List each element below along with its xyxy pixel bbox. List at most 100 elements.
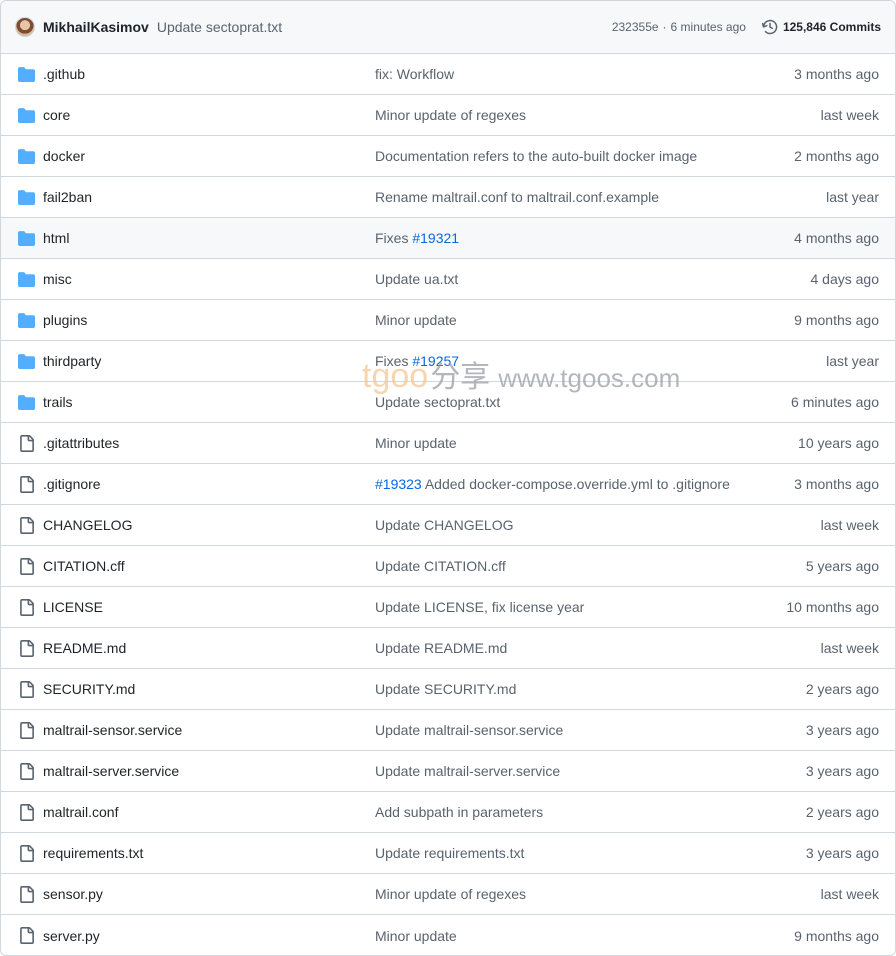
commit-message-text: Minor update — [375, 312, 457, 328]
file-name[interactable]: core — [43, 107, 70, 123]
commit-meta: 232355e · 6 minutes ago — [612, 20, 746, 34]
file-row[interactable]: server.py Minor update 9 months ago — [1, 915, 895, 955]
folder-icon — [18, 67, 35, 82]
commit-message-text: Update ua.txt — [375, 271, 459, 287]
file-name[interactable]: CHANGELOG — [43, 517, 132, 533]
commit-message-text: Minor update of regexes — [375, 886, 526, 902]
file-row[interactable]: core Minor update of regexes last week — [1, 95, 895, 136]
file-name[interactable]: .gitignore — [43, 476, 101, 492]
commit-message-text: Update LICENSE, fix license year — [375, 599, 585, 615]
commit-message-cell[interactable]: fix: Workflow — [375, 66, 454, 82]
commit-message-cell[interactable]: Minor update of regexes — [375, 107, 526, 123]
commit-message-cell[interactable]: Minor update — [375, 312, 457, 328]
file-row[interactable]: SECURITY.md Update SECURITY.md 2 years ago — [1, 669, 895, 710]
commit-message-text: Rename maltrail.conf to maltrail.conf.ex… — [375, 189, 660, 205]
file-name[interactable]: CITATION.cff — [43, 558, 125, 574]
commit-message-cell[interactable]: Rename maltrail.conf to maltrail.conf.ex… — [375, 189, 659, 205]
file-row[interactable]: trails Update sectoprat.txt 6 minutes ago — [1, 382, 895, 423]
file-row[interactable]: CHANGELOG Update CHANGELOG last week — [1, 505, 895, 546]
avatar[interactable] — [15, 17, 35, 37]
commit-message-cell[interactable]: Update SECURITY.md — [375, 681, 516, 697]
file-name[interactable]: maltrail-sensor.service — [43, 722, 182, 738]
commit-time-cell: 2 years ago — [805, 681, 879, 697]
issue-link[interactable]: #19323 — [375, 476, 422, 492]
commit-time-cell: last year — [826, 189, 879, 205]
commit-time-cell: 2 years ago — [805, 804, 879, 820]
commit-message-cell[interactable]: Update LICENSE, fix license year — [375, 599, 584, 615]
commit-message-text: Update maltrail-server.service — [375, 763, 561, 779]
file-row[interactable]: LICENSE Update LICENSE, fix license year 1… — [1, 587, 895, 628]
file-row[interactable]: .gitattributes Minor update 10 years ago — [1, 423, 895, 464]
file-name[interactable]: server.py — [43, 928, 100, 944]
file-row[interactable]: maltrail-sensor.service Update maltrail-s… — [1, 710, 895, 751]
file-row[interactable]: maltrail.conf Add subpath in parameters 2 … — [1, 792, 895, 833]
commit-message-cell[interactable]: Update ua.txt — [375, 271, 458, 287]
folder-icon — [18, 395, 35, 410]
file-name[interactable]: README.md — [43, 640, 126, 656]
file-name[interactable]: thirdparty — [43, 353, 101, 369]
issue-link[interactable]: #19321 — [412, 230, 459, 246]
file-name[interactable]: docker — [43, 148, 85, 164]
file-name[interactable]: fail2ban — [43, 189, 92, 205]
file-row[interactable]: misc Update ua.txt 4 days ago — [1, 259, 895, 300]
file-browser: MikhailKasimov Update sectoprat.txt 2323… — [0, 0, 896, 956]
folder-icon — [18, 149, 35, 164]
commit-message-cell[interactable]: Update maltrail-sensor.service — [375, 722, 563, 738]
commit-message-cell[interactable]: Minor update of regexes — [375, 886, 526, 902]
file-icon — [20, 845, 34, 862]
commit-message-cell[interactable]: #19323 Added docker-compose.override.yml… — [375, 476, 730, 492]
file-icon — [20, 558, 34, 575]
commit-message-cell[interactable]: Update CITATION.cff — [375, 558, 506, 574]
file-name[interactable]: .github — [43, 66, 85, 82]
commit-author[interactable]: MikhailKasimov — [43, 19, 149, 35]
file-name[interactable]: misc — [43, 271, 72, 287]
file-row[interactable]: .github fix: Workflow 3 months ago — [1, 54, 895, 95]
file-name[interactable]: .gitattributes — [43, 435, 119, 451]
file-row[interactable]: fail2ban Rename maltrail.conf to maltrail… — [1, 177, 895, 218]
file-name[interactable]: plugins — [43, 312, 87, 328]
file-row[interactable]: docker Documentation refers to the auto-b… — [1, 136, 895, 177]
file-row[interactable]: requirements.txt Update requirements.txt 3… — [1, 833, 895, 874]
file-row[interactable]: sensor.py Minor update of regexes last wee… — [1, 874, 895, 915]
commit-message-cell[interactable]: Documentation refers to the auto-built d… — [375, 148, 697, 164]
commit-message-text: Minor update — [375, 927, 457, 944]
commit-message-text: Add subpath in parameters — [375, 804, 544, 820]
commit-message-cell[interactable]: Minor update — [375, 435, 457, 451]
file-name[interactable]: html — [43, 230, 69, 246]
commit-time-cell: 3 years ago — [805, 763, 879, 779]
file-row[interactable]: .gitignore #19323 Added docker-compose.ov… — [1, 464, 895, 505]
commits-count: 125,846 Commits — [782, 20, 881, 34]
commit-message-cell[interactable]: Fixes #19257 — [375, 353, 459, 369]
file-row[interactable]: README.md Update README.md last week — [1, 628, 895, 669]
commit-time-cell: last week — [820, 640, 879, 656]
commit-hash[interactable]: 232355e — [612, 20, 659, 34]
commit-time-cell: 10 months ago — [786, 599, 879, 615]
file-row[interactable]: plugins Minor update 9 months ago — [1, 300, 895, 341]
file-row[interactable]: html Fixes #19321 4 months ago — [1, 218, 895, 259]
commit-message-cell[interactable]: Fixes #19321 — [375, 230, 459, 246]
file-name[interactable]: LICENSE — [43, 599, 103, 615]
commit-time-cell: 4 months ago — [794, 230, 879, 246]
commit-message-cell[interactable]: Update CHANGELOG — [375, 517, 514, 533]
commit-message-cell[interactable]: Add subpath in parameters — [375, 804, 543, 820]
file-name[interactable]: sensor.py — [43, 886, 103, 902]
commit-message-cell[interactable]: Update maltrail-server.service — [375, 763, 560, 779]
commits-link[interactable]: 125,846 Commits — [761, 19, 881, 35]
issue-link[interactable]: #19257 — [412, 353, 459, 369]
commit-message-cell[interactable]: Update requirements.txt — [375, 845, 524, 861]
file-row[interactable]: maltrail-server.service Update maltrail-s… — [1, 751, 895, 792]
commit-message-text: Fixes — [375, 230, 413, 246]
file-name[interactable]: requirements.txt — [43, 845, 143, 861]
commit-message-cell[interactable]: Update sectoprat.txt — [375, 394, 500, 410]
commit-message-cell[interactable]: Update README.md — [375, 640, 507, 656]
commit-message-cell[interactable]: Minor update — [375, 928, 457, 944]
file-row[interactable]: thirdparty Fixes #19257 last year — [1, 341, 895, 382]
commit-message[interactable]: Update sectoprat.txt — [157, 19, 282, 35]
file-name[interactable]: maltrail.conf — [43, 804, 118, 820]
commit-message-text: Minor update — [375, 435, 457, 451]
file-name[interactable]: SECURITY.md — [43, 681, 135, 697]
folder-icon — [18, 108, 35, 123]
file-name[interactable]: trails — [43, 394, 73, 410]
file-row[interactable]: CITATION.cff Update CITATION.cff 5 years a… — [1, 546, 895, 587]
file-name[interactable]: maltrail-server.service — [43, 763, 179, 779]
